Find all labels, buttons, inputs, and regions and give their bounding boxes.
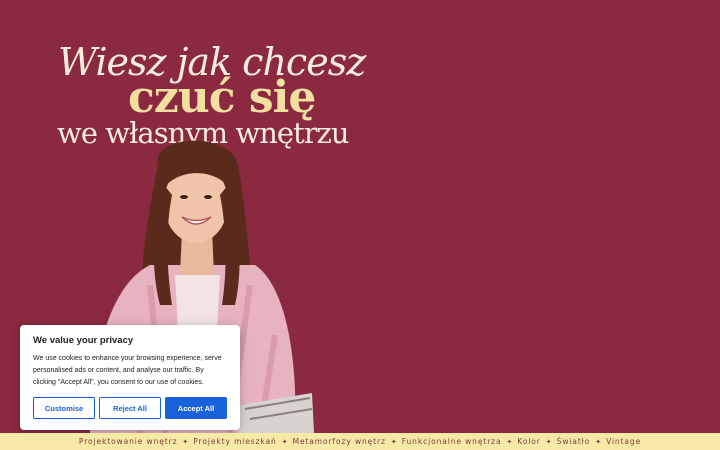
accept-all-button[interactable]: Accept All bbox=[165, 397, 227, 419]
marquee-item[interactable]: Funkcjonalne wnętrza bbox=[402, 437, 502, 446]
cookie-dialog-title: We value your privacy bbox=[33, 335, 134, 346]
star-separator-icon: ✦ bbox=[595, 438, 602, 446]
customise-button[interactable]: Customise bbox=[33, 397, 95, 419]
marquee-item[interactable]: Metamorfozy wnętrz bbox=[293, 437, 386, 446]
reject-all-button[interactable]: Reject All bbox=[99, 397, 161, 419]
marquee-item[interactable]: Projektowanie wnętrz bbox=[79, 437, 178, 446]
cookie-dialog-text: We use cookies to enhance your browsing … bbox=[33, 355, 222, 386]
marquee-item[interactable]: Projekty mieszkań bbox=[193, 437, 276, 446]
cookie-button-row: Customise Reject All Accept All bbox=[33, 397, 227, 420]
marquee-item[interactable]: Kolor bbox=[517, 437, 540, 446]
marquee-item[interactable]: Światło bbox=[557, 437, 591, 446]
star-separator-icon: ✦ bbox=[390, 438, 397, 446]
star-separator-icon: ✦ bbox=[281, 438, 288, 446]
star-separator-icon: ✦ bbox=[506, 438, 513, 446]
cookie-consent-dialog: We value your privacy We use cookies to … bbox=[20, 325, 240, 430]
services-marquee: Projektowanie wnętrz ✦ Projekty mieszkań… bbox=[0, 433, 720, 450]
star-separator-icon: ✦ bbox=[182, 438, 189, 446]
marquee-item[interactable]: Vintage bbox=[606, 437, 641, 446]
star-separator-icon: ✦ bbox=[545, 438, 552, 446]
